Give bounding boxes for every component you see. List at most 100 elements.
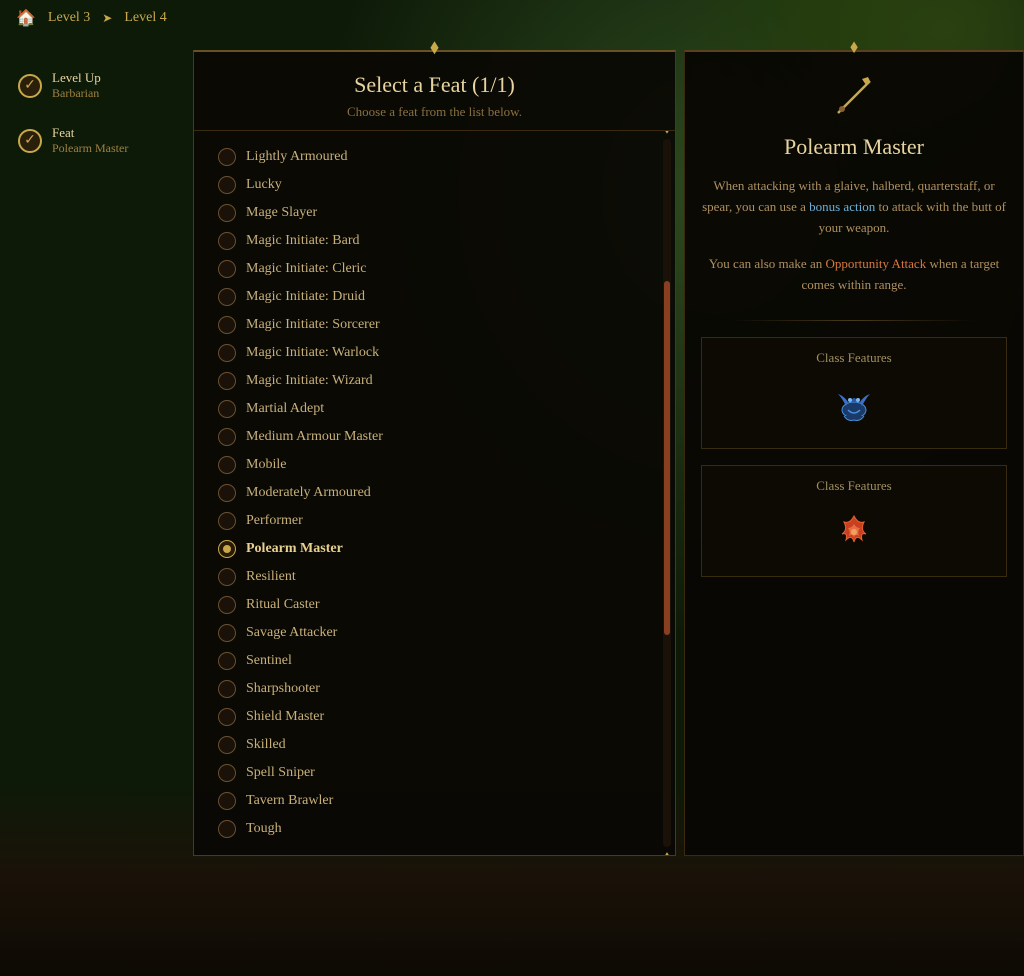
feat-item-tavern-brawler[interactable]: Tavern Brawler	[214, 787, 659, 815]
feat-item-mobile[interactable]: Mobile	[214, 451, 659, 479]
feat-item-martial-adept[interactable]: Martial Adept	[214, 395, 659, 423]
feat-panel-header: Select a Feat (1/1) Choose a feat from t…	[194, 52, 675, 131]
feat-item-war-caster[interactable]: War Caster	[214, 843, 659, 847]
feat-item-polearm-master[interactable]: Polearm Master	[214, 535, 659, 563]
feat-name-ritual-caster: Ritual Caster	[246, 597, 320, 613]
class-feature-label-1: Class Features	[816, 350, 891, 366]
feat-name-skilled: Skilled	[246, 737, 286, 753]
feat-item-sentinel[interactable]: Sentinel	[214, 647, 659, 675]
feat-radio-sentinel	[218, 652, 236, 670]
detail-description: When attacking with a glaive, halberd, q…	[701, 176, 1007, 238]
feat-radio-sharpshooter	[218, 680, 236, 698]
feat-item-lucky[interactable]: Lucky	[214, 171, 659, 199]
feat-name-lightly-armoured: Lightly Armoured	[246, 149, 348, 165]
feat-selection-area: ⬧ Select a Feat (1/1) Choose a feat from…	[185, 50, 684, 856]
feat-name-savage-attacker: Savage Attacker	[246, 625, 337, 641]
class-feature-icon-1	[824, 376, 884, 436]
feat-radio-martial-adept	[218, 400, 236, 418]
feat-radio-skilled	[218, 736, 236, 754]
feat-name-tavern-brawler: Tavern Brawler	[246, 793, 333, 809]
feat-item-sharpshooter[interactable]: Sharpshooter	[214, 675, 659, 703]
sidebar-text-level-up: Level Up Barbarian	[52, 70, 101, 101]
feat-item-magic-initiate-wizard[interactable]: Magic Initiate: Wizard	[214, 367, 659, 395]
sidebar: ✓ Level Up Barbarian ✓ Feat Polearm Mast…	[0, 50, 185, 184]
feat-item-resilient[interactable]: Resilient	[214, 563, 659, 591]
scrollbar-track[interactable]: ⬧ ⬧	[663, 139, 671, 847]
sidebar-sublabel-level-up: Barbarian	[52, 86, 101, 101]
feat-radio-polearm-master	[218, 540, 236, 558]
feat-radio-resilient	[218, 568, 236, 586]
level-to: Level 4	[124, 10, 166, 26]
feat-item-mage-slayer[interactable]: Mage Slayer	[214, 199, 659, 227]
feat-item-magic-initiate-cleric[interactable]: Magic Initiate: Cleric	[214, 255, 659, 283]
feat-item-magic-initiate-sorcerer[interactable]: Magic Initiate: Sorcerer	[214, 311, 659, 339]
feat-name-mobile: Mobile	[246, 457, 286, 473]
feat-item-tough[interactable]: Tough	[214, 815, 659, 843]
feat-name-shield-master: Shield Master	[246, 709, 324, 725]
feat-name-magic-initiate-wizard: Magic Initiate: Wizard	[246, 373, 373, 389]
class-feature-label-2: Class Features	[816, 478, 891, 494]
feat-radio-magic-initiate-warlock	[218, 344, 236, 362]
level-icon: 🏠	[16, 8, 36, 28]
feat-radio-tough	[218, 820, 236, 838]
feat-item-shield-master[interactable]: Shield Master	[214, 703, 659, 731]
feat-name-magic-initiate-cleric: Magic Initiate: Cleric	[246, 261, 367, 277]
feat-name-tough: Tough	[246, 821, 282, 837]
feat-radio-mobile	[218, 456, 236, 474]
feat-name-medium-armour-master: Medium Armour Master	[246, 429, 383, 445]
feat-radio-ritual-caster	[218, 596, 236, 614]
feat-panel: ⬧ Select a Feat (1/1) Choose a feat from…	[193, 50, 676, 856]
polearm-icon	[829, 72, 879, 122]
sidebar-item-feat[interactable]: ✓ Feat Polearm Master	[12, 117, 173, 164]
feat-item-lightly-armoured[interactable]: Lightly Armoured	[214, 143, 659, 171]
feat-name-resilient: Resilient	[246, 569, 296, 585]
detail-icon-area	[829, 72, 879, 122]
level-from: Level 3	[48, 10, 90, 26]
feat-radio-savage-attacker	[218, 624, 236, 642]
scrollbar-thumb[interactable]	[664, 281, 670, 635]
feat-radio-lucky	[218, 176, 236, 194]
feat-item-savage-attacker[interactable]: Savage Attacker	[214, 619, 659, 647]
feat-item-moderately-armoured[interactable]: Moderately Armoured	[214, 479, 659, 507]
feat-radio-performer	[218, 512, 236, 530]
sidebar-check-level-up: ✓	[18, 74, 42, 98]
divider-1	[732, 320, 977, 321]
top-bar: 🏠 Level 3 ➤ Level 4	[0, 0, 1024, 36]
sidebar-text-feat: Feat Polearm Master	[52, 125, 128, 156]
feat-radio-spell-sniper	[218, 764, 236, 782]
main-container: 🏠 Level 3 ➤ Level 4 ✓ Level Up Barbarian…	[0, 0, 1024, 976]
feat-radio-magic-initiate-cleric	[218, 260, 236, 278]
feat-item-ritual-caster[interactable]: Ritual Caster	[214, 591, 659, 619]
desc-highlight-2: Opportunity Attack	[825, 256, 926, 271]
feat-item-medium-armour-master[interactable]: Medium Armour Master	[214, 423, 659, 451]
feat-radio-magic-initiate-druid	[218, 288, 236, 306]
scrollbar-top-ornament: ⬧	[665, 131, 670, 136]
class-feature-box-1: Class Features	[701, 337, 1007, 449]
detail-description-2: You can also make an Opportunity Attack …	[701, 254, 1007, 296]
feat-name-magic-initiate-druid: Magic Initiate: Druid	[246, 289, 365, 305]
feat-item-magic-initiate-warlock[interactable]: Magic Initiate: Warlock	[214, 339, 659, 367]
feat-name-martial-adept: Martial Adept	[246, 401, 324, 417]
feat-radio-magic-initiate-wizard	[218, 372, 236, 390]
feat-item-performer[interactable]: Performer	[214, 507, 659, 535]
feat-item-spell-sniper[interactable]: Spell Sniper	[214, 759, 659, 787]
sidebar-label-feat: Feat	[52, 125, 128, 141]
feat-radio-moderately-armoured	[218, 484, 236, 502]
sidebar-check-feat: ✓	[18, 129, 42, 153]
feat-radio-shield-master	[218, 708, 236, 726]
feat-radio-lightly-armoured	[218, 148, 236, 166]
feat-item-skilled[interactable]: Skilled	[214, 731, 659, 759]
feat-name-sentinel: Sentinel	[246, 653, 292, 669]
feat-name-sharpshooter: Sharpshooter	[246, 681, 320, 697]
feat-item-magic-initiate-bard[interactable]: Magic Initiate: Bard	[214, 227, 659, 255]
feat-name-spell-sniper: Spell Sniper	[246, 765, 315, 781]
feat-radio-magic-initiate-sorcerer	[218, 316, 236, 334]
sidebar-item-level-up[interactable]: ✓ Level Up Barbarian	[12, 62, 173, 109]
feat-item-magic-initiate-druid[interactable]: Magic Initiate: Druid	[214, 283, 659, 311]
feat-radio-mage-slayer	[218, 204, 236, 222]
feat-radio-magic-initiate-bard	[218, 232, 236, 250]
feat-name-magic-initiate-bard: Magic Initiate: Bard	[246, 233, 360, 249]
feat-list[interactable]: Lightly Armoured Lucky Mage Slayer Magic In…	[194, 139, 675, 847]
feat-name-lucky: Lucky	[246, 177, 282, 193]
feat-panel-title: Select a Feat (1/1)	[214, 72, 655, 98]
